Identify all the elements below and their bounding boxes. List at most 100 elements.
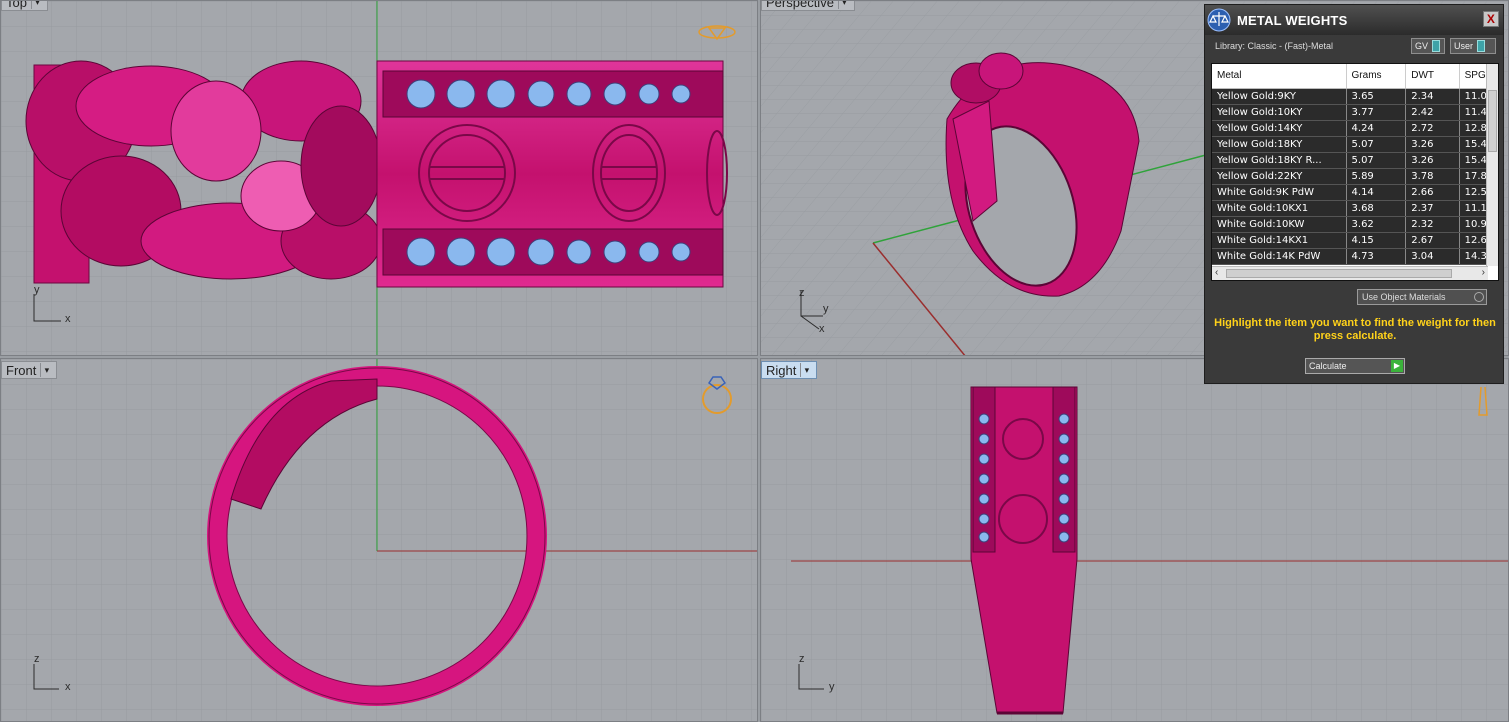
cell-grams: 3.77 — [1346, 104, 1407, 121]
scroll-right-icon[interactable]: › — [1482, 267, 1485, 278]
cell-metal: White Gold:10KX1 — [1212, 200, 1347, 217]
use-object-materials-label: Use Object Materials — [1362, 292, 1446, 302]
axis-label-y: y — [823, 303, 829, 315]
instruction-text: Highlight the item you want to find the … — [1214, 317, 1496, 342]
top-viewport[interactable]: Top ▾ y x — [0, 0, 758, 356]
cell-metal: Yellow Gold:18KY R... — [1212, 152, 1347, 169]
table-row[interactable]: White Gold:14KX1 4.15 2.67 12.61 — [1212, 232, 1498, 249]
front-viewport-canvas — [1, 359, 757, 721]
chevron-down-icon[interactable]: ▾ — [40, 363, 52, 377]
vertical-scrollbar[interactable] — [1486, 64, 1498, 266]
chevron-down-icon[interactable]: ▾ — [837, 1, 850, 9]
scroll-thumb[interactable] — [1488, 90, 1497, 152]
user-toggle-label: User — [1454, 41, 1474, 51]
cell-grams: 5.07 — [1346, 152, 1407, 169]
chain-links — [25, 60, 382, 280]
cell-dwt: 2.66 — [1405, 184, 1460, 201]
right-viewport-canvas — [761, 359, 1508, 721]
cell-dwt: 2.37 — [1405, 200, 1460, 217]
cell-dwt: 2.67 — [1405, 232, 1460, 249]
axis-label-x: x — [65, 681, 71, 693]
cell-dwt: 3.04 — [1405, 248, 1460, 265]
cell-grams: 3.65 — [1346, 88, 1407, 105]
gv-toggle[interactable]: GV — [1411, 38, 1445, 54]
scale-logo-icon — [1207, 8, 1231, 32]
table-row[interactable]: White Gold:10KW 3.62 2.32 10.99 — [1212, 216, 1498, 233]
right-viewport-label[interactable]: Right ▾ — [761, 361, 818, 379]
cell-grams: 5.07 — [1346, 136, 1407, 153]
close-button[interactable]: X — [1483, 11, 1499, 27]
cell-grams: 3.68 — [1346, 200, 1407, 217]
header-dwt[interactable]: DWT — [1405, 64, 1460, 89]
cell-metal: White Gold:14K PdW — [1212, 248, 1347, 265]
viewport-name: Front — [6, 362, 37, 378]
axis-label-z: z — [34, 653, 40, 665]
cell-grams: 4.24 — [1346, 120, 1407, 137]
cell-metal: Yellow Gold:14KY — [1212, 120, 1347, 137]
use-object-materials-toggle[interactable]: Use Object Materials — [1357, 289, 1487, 305]
play-icon: ▶ — [1391, 360, 1403, 372]
chevron-down-icon[interactable]: ▾ — [30, 1, 43, 9]
axis-label-x: x — [65, 313, 71, 325]
front-viewport[interactable]: Front ▾ z x — [0, 358, 758, 722]
cell-grams: 5.89 — [1346, 168, 1407, 185]
axis-label-z: z — [799, 287, 805, 299]
top-viewport-label[interactable]: Top ▾ — [1, 0, 48, 11]
header-metal[interactable]: Metal — [1212, 64, 1347, 89]
cell-grams: 3.62 — [1346, 216, 1407, 233]
axis-label-x: x — [819, 323, 825, 335]
cell-metal: Yellow Gold:9KY — [1212, 88, 1347, 105]
viewport-name: Perspective — [766, 0, 834, 10]
axis-label-y: y — [34, 284, 40, 296]
horizontal-scrollbar[interactable]: ‹ › — [1212, 266, 1488, 280]
toggle-indicator-icon — [1474, 292, 1484, 302]
cell-metal: White Gold:9K PdW — [1212, 184, 1347, 201]
chevron-down-icon[interactable]: ▾ — [800, 363, 812, 377]
cell-dwt: 2.72 — [1405, 120, 1460, 137]
cell-metal: Yellow Gold:22KY — [1212, 168, 1347, 185]
cell-grams: 4.15 — [1346, 232, 1407, 249]
cell-dwt: 2.42 — [1405, 104, 1460, 121]
cell-dwt: 3.78 — [1405, 168, 1460, 185]
perspective-viewport-label[interactable]: Perspective ▾ — [761, 0, 855, 11]
cell-metal: Yellow Gold:18KY — [1212, 136, 1347, 153]
table-row[interactable]: White Gold:14K PdW 4.73 3.04 14.37 — [1212, 248, 1498, 265]
table-row[interactable]: Yellow Gold:14KY 4.24 2.72 12.88 — [1212, 120, 1498, 137]
library-row: Library: Classic - (Fast)-Metal GV User — [1205, 35, 1503, 57]
table-row[interactable]: Yellow Gold:9KY 3.65 2.34 11.08 — [1212, 88, 1498, 105]
panel-titlebar[interactable]: METAL WEIGHTS X — [1205, 5, 1503, 35]
cell-grams: 4.14 — [1346, 184, 1407, 201]
viewport-name: Right — [766, 362, 797, 378]
calculate-button[interactable]: Calculate ▶ — [1305, 358, 1405, 374]
top-viewport-canvas — [1, 1, 757, 355]
cell-dwt: 2.34 — [1405, 88, 1460, 105]
cell-metal: Yellow Gold:10KY — [1212, 104, 1347, 121]
metal-table: Metal Grams DWT SPG Yellow Gold:9KY 3.65 2… — [1211, 63, 1499, 281]
panel-title: METAL WEIGHTS — [1237, 12, 1348, 28]
front-viewport-label[interactable]: Front ▾ — [1, 361, 58, 379]
viewport-name: Top — [6, 0, 27, 10]
metal-weights-panel: METAL WEIGHTS X Library: Classic - (Fast… — [1204, 4, 1504, 384]
scroll-thumb[interactable] — [1226, 269, 1452, 278]
right-viewport[interactable]: Right ▾ z y — [760, 358, 1509, 722]
table-row[interactable]: Yellow Gold:18KY 5.07 3.26 15.41 — [1212, 136, 1498, 153]
table-row[interactable]: White Gold:10KX1 3.68 2.37 11.18 — [1212, 200, 1498, 217]
gv-toggle-label: GV — [1415, 41, 1429, 51]
scroll-left-icon[interactable]: ‹ — [1215, 267, 1218, 278]
header-grams[interactable]: Grams — [1346, 64, 1407, 89]
table-row[interactable]: Yellow Gold:18KY R... 5.07 3.26 15.41 — [1212, 152, 1498, 169]
table-row[interactable]: Yellow Gold:22KY 5.89 3.78 17.89 — [1212, 168, 1498, 185]
table-header-row: Metal Grams DWT SPG — [1212, 64, 1498, 89]
cell-metal: White Gold:14KX1 — [1212, 232, 1347, 249]
toggle-knob — [1432, 40, 1441, 52]
axis-label-y: y — [829, 681, 835, 693]
cell-dwt: 3.26 — [1405, 136, 1460, 153]
cell-metal: White Gold:10KW — [1212, 216, 1347, 233]
library-label: Library: Classic - (Fast)-Metal — [1215, 41, 1334, 51]
user-toggle[interactable]: User — [1450, 38, 1496, 54]
calculate-label: Calculate — [1309, 361, 1347, 371]
toggle-knob — [1477, 40, 1486, 52]
table-row[interactable]: White Gold:9K PdW 4.14 2.66 12.59 — [1212, 184, 1498, 201]
table-row[interactable]: Yellow Gold:10KY 3.77 2.42 11.43 — [1212, 104, 1498, 121]
cell-grams: 4.73 — [1346, 248, 1407, 265]
